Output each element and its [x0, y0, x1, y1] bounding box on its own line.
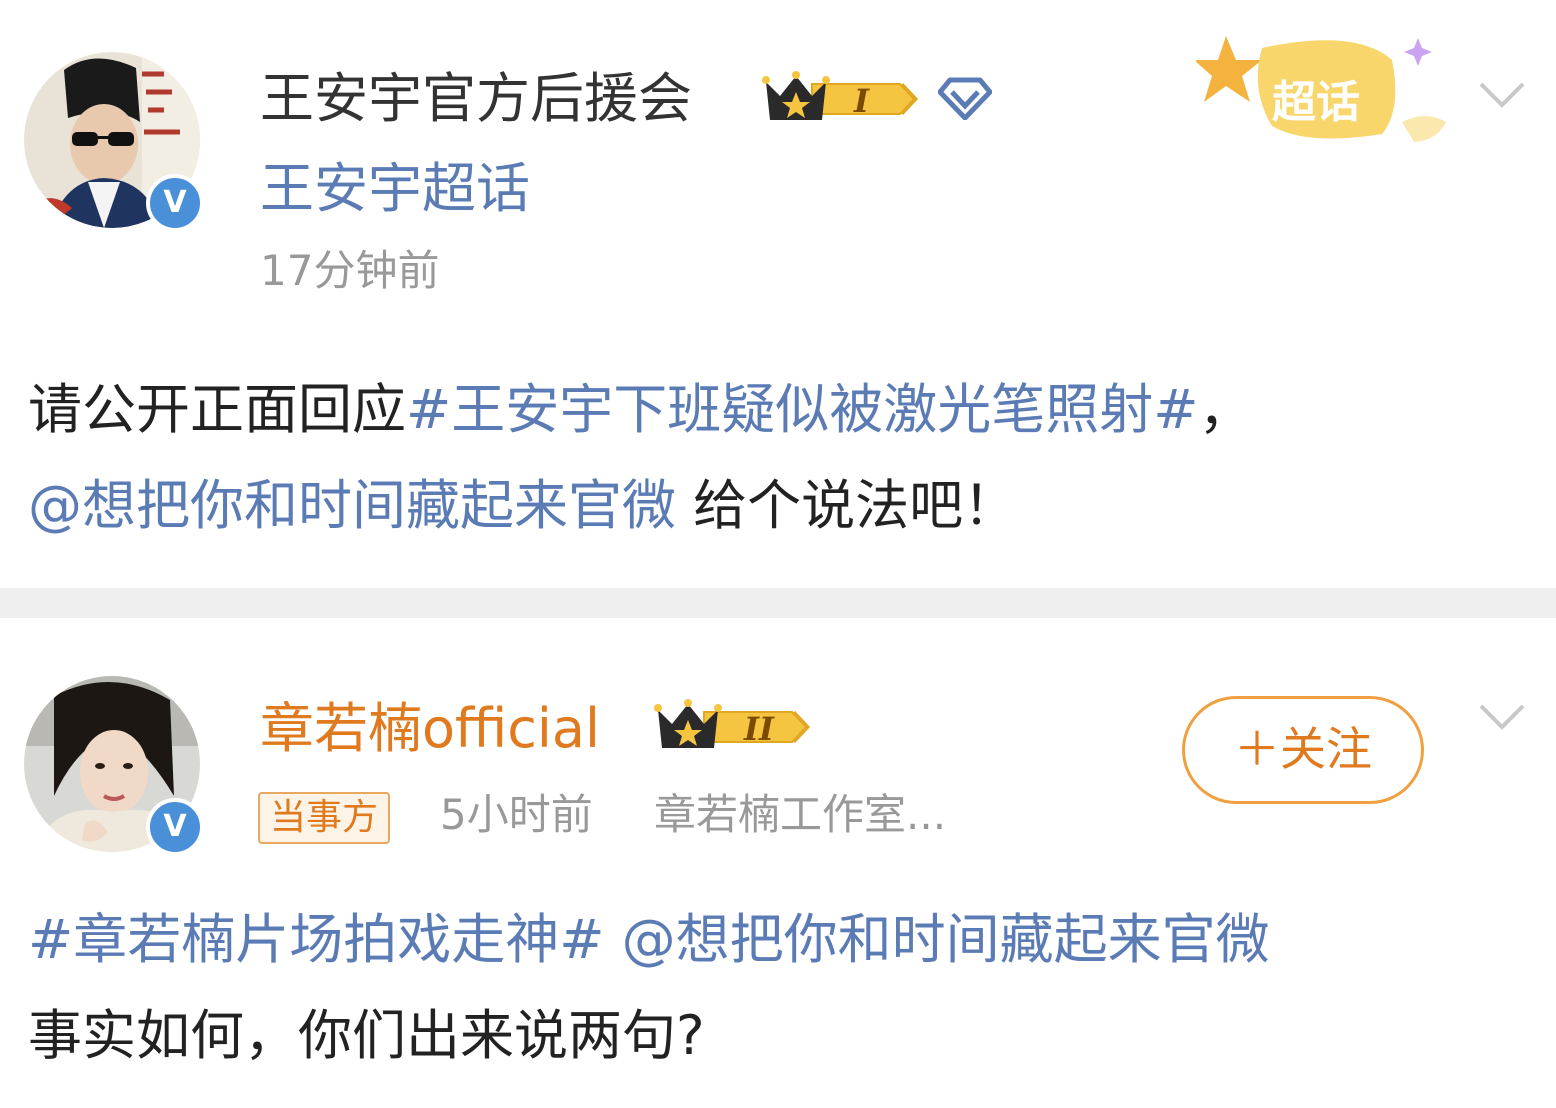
post-time: 17分钟前 — [260, 246, 440, 295]
crown-icon — [762, 71, 919, 120]
author-name[interactable]: 王安宇官方后援会 — [260, 72, 692, 126]
body-suffix: 事实如何，你们出来说两句? — [28, 1004, 705, 1067]
chevron-down-icon[interactable] — [1478, 702, 1526, 732]
author-name[interactable]: 章若楠official — [260, 702, 600, 756]
post-body: #章若楠片场拍戏走神# @想把你和时间藏起来官微 事实如何，你们出来说两句? — [28, 892, 1528, 1084]
post-body: 请公开正面回应#王安宇下班疑似被激光笔照射#， @想把你和时间藏起来官微 给个说… — [28, 362, 1528, 554]
body-suffix: 给个说法吧！ — [676, 474, 1018, 537]
hashtag-link[interactable]: #章若楠片场拍戏走神# — [28, 908, 605, 971]
post-time: 5小时前 — [440, 790, 593, 839]
chevron-down-icon[interactable] — [1478, 80, 1526, 110]
super-topic-tag[interactable]: 超话 — [1196, 30, 1456, 150]
super-topic-label: 超话 — [1272, 77, 1360, 128]
diamond-icon — [938, 77, 992, 120]
weibo-post-1: V 王安宇官方后援会 I 王安宇超话 17分钟前 超话 请公开正面回应#王安宇下… — [0, 0, 1556, 588]
verified-icon: V — [146, 798, 204, 856]
body-prefix: 请公开正面回应 — [28, 378, 406, 441]
super-topic-link[interactable]: 王安宇超话 — [260, 162, 530, 216]
post-separator — [0, 588, 1556, 618]
rank-badge: II — [744, 710, 774, 748]
crown-icon — [654, 699, 811, 748]
post-source[interactable]: 章若楠工作室... — [654, 794, 946, 836]
mention-link[interactable]: @想把你和时间藏起来官微 — [28, 474, 676, 537]
hashtag-link[interactable]: #王安宇下班疑似被激光笔照射# — [406, 378, 1199, 441]
follow-button[interactable]: ＋关注 — [1182, 696, 1424, 804]
body-mid: ， — [1198, 378, 1253, 441]
rank-badge: I — [854, 82, 869, 120]
weibo-post-2: V 章若楠official II 当事方 5小时前 章若楠工作室... ＋关注 … — [0, 618, 1556, 1108]
mention-link[interactable]: @想把你和时间藏起来官微 — [605, 908, 1270, 971]
party-tag: 当事方 — [258, 792, 391, 844]
verified-icon: V — [146, 174, 204, 232]
